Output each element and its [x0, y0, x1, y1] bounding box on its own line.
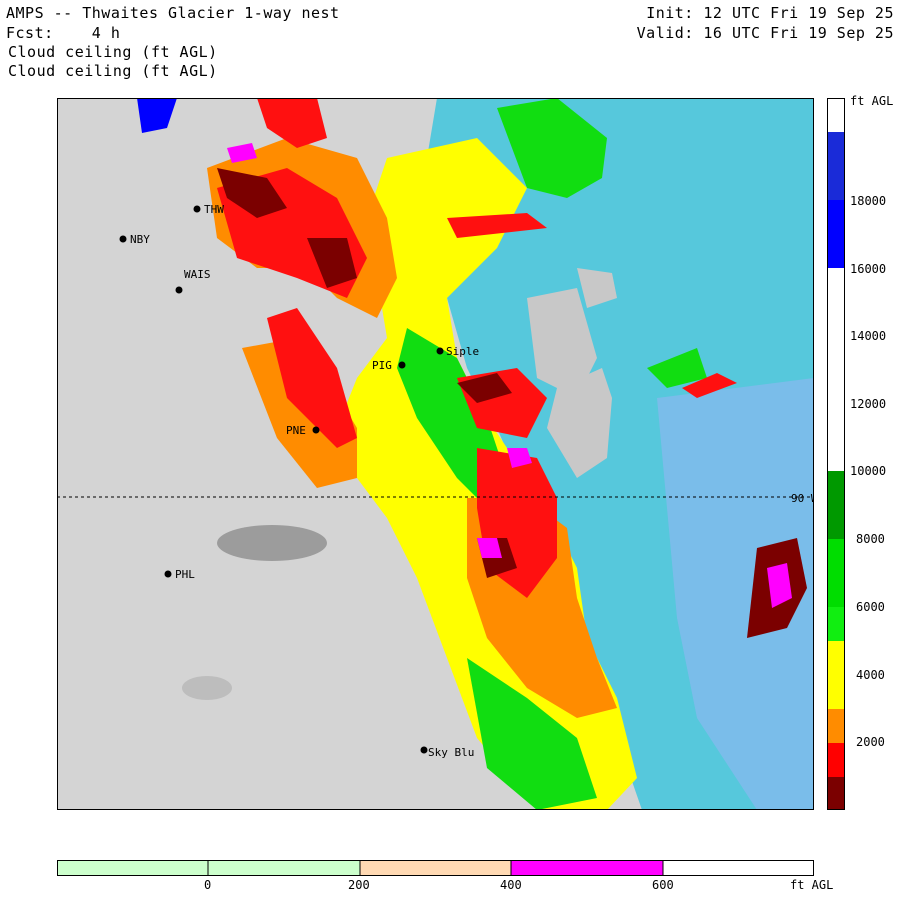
colorbar-swatch — [827, 607, 845, 641]
map-title: AMPS -- Thwaites Glacier 1-way nest — [6, 4, 340, 22]
colorbar-label: 6000 — [856, 600, 885, 614]
colorbar-swatch — [827, 743, 845, 777]
colorbar-swatch — [827, 200, 845, 268]
cloud-ceiling-map: 90 W THW NBY WAIS Siple PIG PNE PHL Sky … — [57, 98, 814, 810]
station-marker — [164, 570, 172, 578]
colorbar-swatch — [827, 641, 845, 709]
ceiling-colorbar-swatches — [827, 98, 845, 810]
station-label-wais: WAIS — [184, 268, 211, 281]
colorbar-swatch — [827, 709, 845, 743]
colorbar-unit: ft AGL — [790, 878, 834, 892]
colorbar-swatch — [360, 860, 511, 876]
station-marker — [398, 361, 406, 369]
colorbar-swatch — [827, 471, 845, 539]
station-label-skyblu: Sky Blu — [428, 746, 474, 759]
colorbar-swatch — [827, 132, 845, 200]
colorbar-swatch — [57, 860, 208, 876]
valid-time: Valid: 16 UTC Fri 19 Sep 25 — [636, 24, 894, 42]
init-time: Init: 12 UTC Fri 19 Sep 25 — [646, 4, 894, 22]
terrain-shading — [182, 676, 232, 700]
colorbar-unit: ft AGL — [850, 94, 894, 108]
colorbar-swatch — [827, 777, 845, 810]
colorbar-label: 18000 — [850, 194, 887, 208]
colorbar-swatch — [208, 860, 360, 876]
colorbar-label: 10000 — [850, 464, 887, 478]
low-ceiling-colorbar-swatches — [57, 860, 814, 876]
station-label-siple: Siple — [446, 345, 479, 358]
colorbar-label: 400 — [500, 878, 522, 892]
latitude-label: 90 W — [791, 492, 814, 505]
low-ceiling-colorbar — [57, 860, 814, 876]
colorbar-swatch — [827, 268, 845, 471]
colorbar-label: 600 — [652, 878, 674, 892]
station-marker — [436, 347, 444, 355]
field-name: Cloud ceiling (ft AGL) — [8, 43, 218, 61]
colorbar-label: 200 — [348, 878, 370, 892]
colorbar-swatch — [827, 539, 845, 607]
map-panel: 90 W THW NBY WAIS Siple PIG PNE PHL Sky … — [57, 98, 814, 810]
colorbar-label: 8000 — [856, 532, 885, 546]
station-marker — [312, 426, 320, 434]
station-marker — [420, 746, 428, 754]
forecast-hour: Fcst: 4 h — [6, 24, 121, 42]
colorbar-label: 16000 — [850, 262, 887, 276]
colorbar-label: 12000 — [850, 397, 887, 411]
station-marker — [175, 286, 183, 294]
colorbar-label: 4000 — [856, 668, 885, 682]
colorbar-label: 2000 — [856, 735, 885, 749]
ceiling-colorbar — [827, 98, 845, 810]
station-marker — [119, 235, 127, 243]
colorbar-swatch — [511, 860, 663, 876]
colorbar-swatch — [663, 860, 814, 876]
station-marker — [193, 205, 201, 213]
station-label-nby: NBY — [130, 233, 150, 246]
station-label-phl: PHL — [175, 568, 195, 581]
station-label-pig: PIG — [372, 359, 392, 372]
colorbar-swatch — [827, 98, 845, 132]
colorbar-label: 14000 — [850, 329, 887, 343]
station-label-thw: THW — [204, 203, 224, 216]
colorbar-label: 0 — [204, 878, 212, 892]
field-name-secondary: Cloud ceiling (ft AGL) — [8, 62, 218, 80]
terrain-shading — [217, 525, 327, 561]
station-label-pne: PNE — [286, 424, 306, 437]
